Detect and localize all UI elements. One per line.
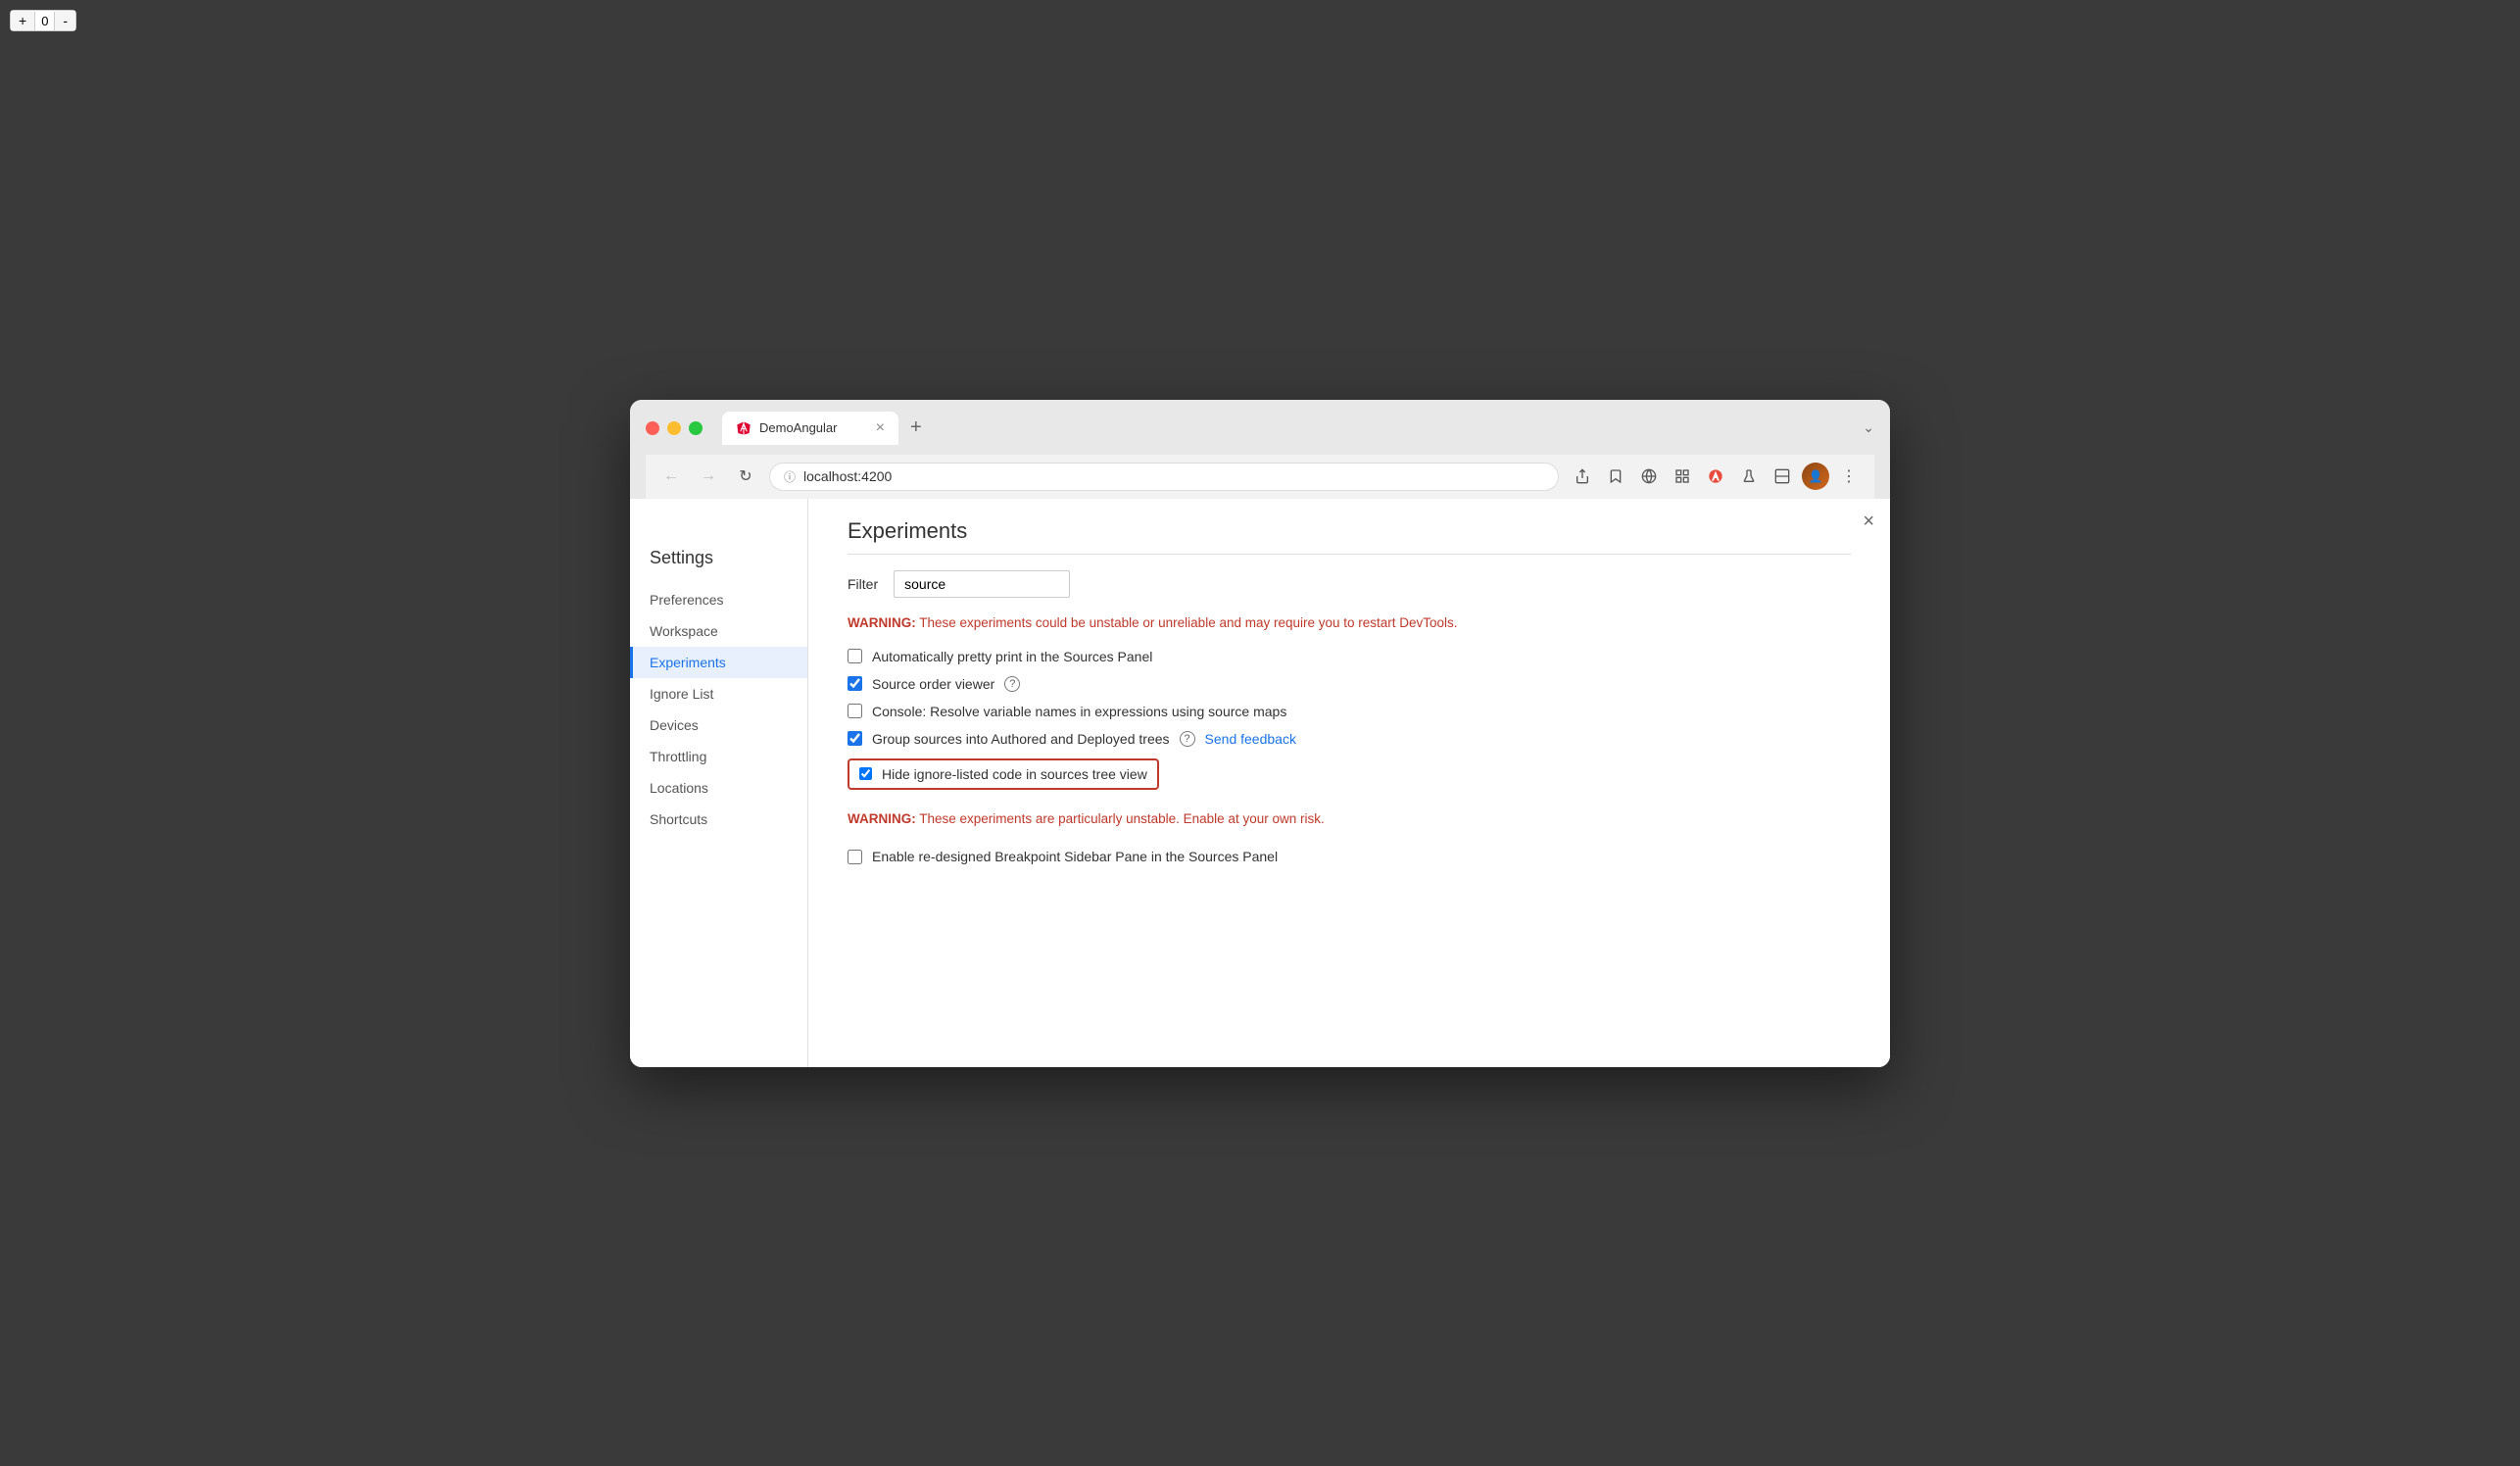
share-icon[interactable] xyxy=(1569,463,1596,490)
send-feedback-link[interactable]: Send feedback xyxy=(1205,731,1296,747)
panel-icon[interactable] xyxy=(1769,463,1796,490)
forward-button[interactable]: → xyxy=(695,463,722,490)
flask-icon[interactable] xyxy=(1735,463,1763,490)
sidebar-item-workspace[interactable]: Workspace xyxy=(630,615,807,647)
angular-ext-icon[interactable] xyxy=(1702,463,1729,490)
sidebar-item-preferences[interactable]: Preferences xyxy=(630,584,807,615)
warning2-label: WARNING: xyxy=(848,811,916,826)
sidebar-item-devices[interactable]: Devices xyxy=(630,709,807,741)
label-group-sources: Group sources into Authored and Deployed… xyxy=(872,731,1170,747)
experiment-hide-ignore-listed: Hide ignore-listed code in sources tree … xyxy=(848,758,1159,790)
experiment-group-sources: Group sources into Authored and Deployed… xyxy=(848,731,1851,747)
label-console-resolve: Console: Resolve variable names in expre… xyxy=(872,704,1286,719)
settings-close-button[interactable]: × xyxy=(1863,511,1874,533)
traffic-lights xyxy=(646,421,703,435)
experiment-breakpoint-sidebar: Enable re-designed Breakpoint Sidebar Pa… xyxy=(848,849,1851,864)
checkbox-breakpoint-sidebar[interactable] xyxy=(848,850,862,864)
sidebar-item-experiments[interactable]: Experiments xyxy=(630,647,807,678)
settings-sidebar: Settings Preferences Workspace Experimen… xyxy=(630,499,808,1067)
secure-icon: ⓘ xyxy=(784,468,796,485)
checkbox-hide-ignore-listed[interactable] xyxy=(859,767,872,780)
profile-avatar[interactable]: 👤 xyxy=(1802,463,1829,490)
warning2-rest: These experiments are particularly unsta… xyxy=(919,811,1324,826)
experiment-source-order-viewer: Source order viewer ? xyxy=(848,676,1851,692)
filter-label: Filter xyxy=(848,576,878,592)
back-button[interactable]: ← xyxy=(657,463,685,490)
warning1-rest: These experiments could be unstable or u… xyxy=(919,615,1457,630)
checkbox-group-sources[interactable] xyxy=(848,731,862,746)
sidebar-item-ignore-list[interactable]: Ignore List xyxy=(630,678,807,709)
minimize-traffic-light[interactable] xyxy=(667,421,681,435)
menu-icon[interactable]: ⋮ xyxy=(1835,463,1863,490)
tab-title: DemoAngular xyxy=(759,420,838,435)
reload-button[interactable]: ↻ xyxy=(732,463,759,490)
sidebar-item-throttling[interactable]: Throttling xyxy=(630,741,807,772)
close-traffic-light[interactable] xyxy=(646,421,659,435)
globe-icon[interactable] xyxy=(1635,463,1663,490)
tab-close-btn[interactable]: × xyxy=(876,419,885,437)
address-bar[interactable]: ⓘ localhost:4200 xyxy=(769,463,1559,491)
warning-text-1: WARNING: These experiments could be unst… xyxy=(848,613,1851,633)
help-icon-group-sources[interactable]: ? xyxy=(1180,731,1195,747)
toolbar-icons: 👤 ⋮ xyxy=(1569,463,1863,490)
label-breakpoint-sidebar: Enable re-designed Breakpoint Sidebar Pa… xyxy=(872,849,1278,864)
browser-window: DemoAngular × + ⌄ ← → ↻ ⓘ localhost:4200 xyxy=(630,400,1890,1067)
page-content: + 0 - Settings Preferences Workspace Exp… xyxy=(630,499,1890,1067)
sidebar-item-shortcuts[interactable]: Shortcuts xyxy=(630,804,807,835)
filter-input[interactable] xyxy=(894,570,1070,598)
experiment-auto-pretty-print: Automatically pretty print in the Source… xyxy=(848,649,1851,664)
devtools-panel: Settings Preferences Workspace Experimen… xyxy=(630,499,1890,1067)
checkbox-console-resolve[interactable] xyxy=(848,704,862,718)
warning1-label: WARNING: xyxy=(848,615,916,630)
browser-tab[interactable]: DemoAngular × xyxy=(722,412,898,445)
browser-chrome: DemoAngular × + ⌄ ← → ↻ ⓘ localhost:4200 xyxy=(630,400,1890,499)
url-text: localhost:4200 xyxy=(803,468,892,484)
title-bar: DemoAngular × + ⌄ xyxy=(646,412,1874,445)
checkbox-source-order-viewer[interactable] xyxy=(848,676,862,691)
label-hide-ignore-listed: Hide ignore-listed code in sources tree … xyxy=(882,766,1147,782)
settings-title: Settings xyxy=(630,548,807,584)
tab-expand-btn[interactable]: ⌄ xyxy=(1863,419,1874,436)
experiments-title: Experiments xyxy=(848,518,1851,555)
tab-bar: DemoAngular × + ⌄ xyxy=(722,412,1874,445)
warning-text-2: WARNING: These experiments are particula… xyxy=(848,809,1851,829)
experiment-console-resolve: Console: Resolve variable names in expre… xyxy=(848,704,1851,719)
angular-icon xyxy=(736,420,751,436)
nav-bar: ← → ↻ ⓘ localhost:4200 xyxy=(646,455,1874,499)
bookmark-icon[interactable] xyxy=(1602,463,1629,490)
new-tab-btn[interactable]: + xyxy=(902,416,930,439)
sidebar-item-locations[interactable]: Locations xyxy=(630,772,807,804)
extensions-icon[interactable] xyxy=(1669,463,1696,490)
maximize-traffic-light[interactable] xyxy=(689,421,703,435)
settings-main-content: × Experiments Filter WARNING: These expe… xyxy=(808,499,1890,1067)
checkbox-auto-pretty-print[interactable] xyxy=(848,649,862,663)
filter-row: Filter xyxy=(848,570,1851,598)
label-source-order-viewer: Source order viewer xyxy=(872,676,994,692)
label-auto-pretty-print: Automatically pretty print in the Source… xyxy=(872,649,1152,664)
help-icon-source-order[interactable]: ? xyxy=(1004,676,1020,692)
